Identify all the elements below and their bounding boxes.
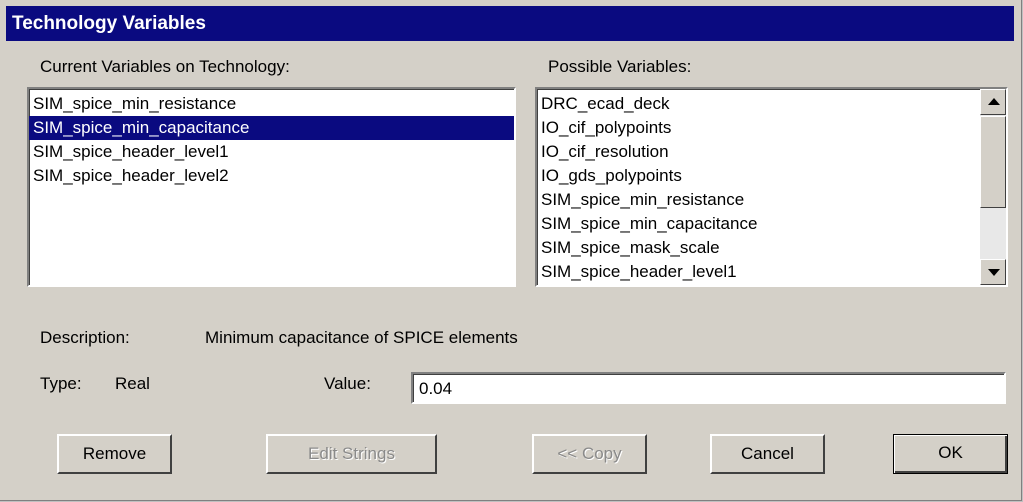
scrollbar-thumb[interactable]	[980, 116, 1006, 208]
list-item[interactable]: IO_gds_polypoints	[537, 164, 1006, 188]
list-item[interactable]: SIM_spice_header_level1	[29, 140, 514, 164]
arrow-down-icon	[988, 269, 1000, 276]
list-item[interactable]: IO_cif_resolution	[537, 140, 1006, 164]
value-input[interactable]: 0.04	[411, 372, 1006, 404]
list-item[interactable]: SIM_spice_header_level2	[29, 164, 514, 188]
list-item[interactable]: SIM_spice_mask_scale	[537, 236, 1006, 260]
description-text: Minimum capacitance of SPICE elements	[205, 328, 518, 347]
list-item[interactable]: DRC_ecad_deck	[537, 92, 1006, 116]
list-item[interactable]: SIM_spice_min_capacitance	[537, 212, 1006, 236]
list-item-selected[interactable]: SIM_spice_min_capacitance	[29, 116, 514, 140]
vertical-scrollbar[interactable]	[980, 89, 1006, 285]
current-variables-list[interactable]: SIM_spice_min_resistance SIM_spice_min_c…	[27, 87, 516, 287]
cancel-button[interactable]: Cancel	[710, 434, 825, 474]
type-value: Real	[115, 374, 150, 393]
technology-variables-dialog: Technology Variables Current Variables o…	[0, 0, 1022, 501]
description-label: Description:	[40, 328, 130, 347]
value-label: Value:	[324, 374, 371, 393]
arrow-up-icon	[988, 98, 1000, 105]
type-label: Type:	[40, 374, 82, 393]
possible-variables-list[interactable]: DRC_ecad_deck IO_cif_polypoints IO_cif_r…	[535, 87, 1008, 287]
edit-strings-button[interactable]: Edit Strings	[266, 434, 437, 474]
remove-button[interactable]: Remove	[57, 434, 172, 474]
scroll-up-button[interactable]	[980, 89, 1006, 115]
current-variables-label: Current Variables on Technology:	[40, 57, 290, 76]
possible-variables-label: Possible Variables:	[548, 57, 692, 76]
list-item[interactable]: SIM_spice_min_resistance	[537, 188, 1006, 212]
list-item[interactable]: SIM_spice_min_resistance	[29, 92, 514, 116]
dialog-title: Technology Variables	[6, 6, 1014, 41]
scroll-down-button[interactable]	[980, 259, 1006, 285]
list-item[interactable]: IO_cif_polypoints	[537, 116, 1006, 140]
ok-button[interactable]: OK	[893, 434, 1008, 474]
list-item[interactable]: SIM_spice_header_level1	[537, 260, 1006, 284]
copy-button[interactable]: << Copy	[532, 434, 647, 474]
